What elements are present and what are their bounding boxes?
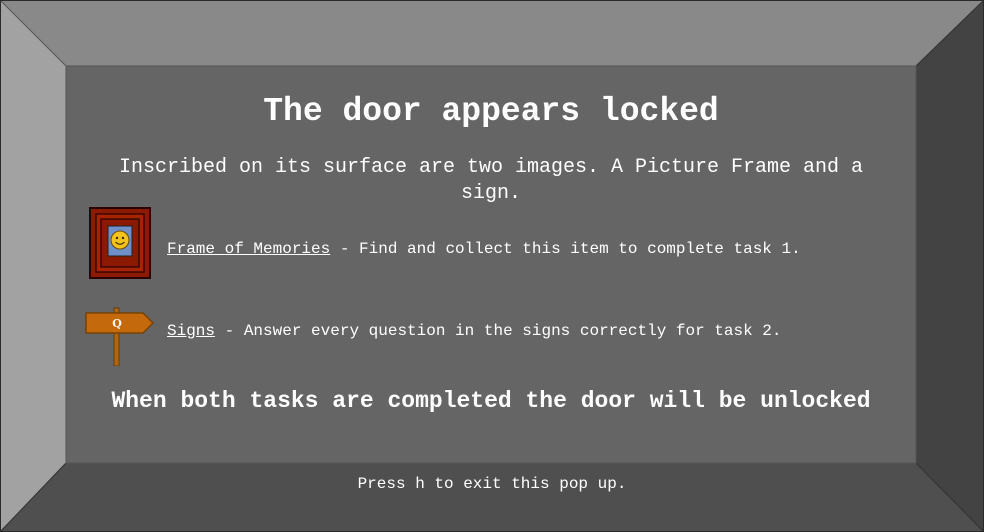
task-1-description: - Find and collect this item to complete… (330, 240, 801, 258)
task-1-name: Frame of Memories (167, 240, 331, 258)
picture-frame-icon (89, 207, 151, 279)
completion-message: When both tasks are completed the door w… (111, 388, 871, 414)
exit-hint: Press h to exit this pop up. (357, 475, 627, 493)
popup-intro-text: Inscribed on its surface are two images.… (118, 156, 864, 205)
signpost-icon: Q (85, 307, 155, 366)
sign-letter: Q (112, 317, 122, 330)
task-2: Signs - Answer every question in the sig… (167, 321, 782, 341)
popup-content: The door appears locked Inscribed on its… (66, 66, 916, 463)
task-2-name: Signs (167, 322, 216, 340)
task-2-description: - Answer every question in the signs cor… (215, 322, 782, 340)
popup-title: The door appears locked (263, 93, 719, 130)
task-1: Frame of Memories - Find and collect thi… (167, 239, 801, 259)
